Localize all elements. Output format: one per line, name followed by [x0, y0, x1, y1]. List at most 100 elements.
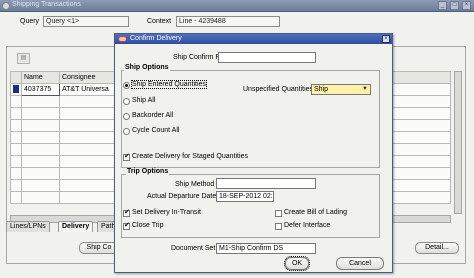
ship-all-label[interactable]: Ship All [132, 97, 155, 104]
query-field[interactable]: Query <1> [43, 16, 129, 27]
close-icon[interactable]: × [462, 1, 471, 10]
create-bill-of-lading-checkbox[interactable] [275, 210, 282, 217]
grid-cell-name[interactable] [21, 143, 60, 156]
close-trip-checkbox[interactable] [123, 221, 130, 230]
table-row[interactable] [10, 155, 118, 168]
ship-confirm-button[interactable]: Ship Co [79, 242, 119, 254]
row-selector[interactable] [10, 167, 22, 180]
set-delivery-in-transit-label[interactable]: Set Delivery In-Transit [132, 209, 201, 216]
table-row[interactable] [10, 119, 118, 132]
cycle-count-all-label[interactable]: Cycle Count All [132, 127, 179, 134]
unspecified-quantities-label: Unspecified Quantities [243, 86, 314, 93]
defer-interface-checkbox[interactable] [275, 223, 282, 230]
grid-cell-name[interactable] [21, 131, 60, 144]
context-field[interactable]: Line - 4239488 [176, 16, 280, 27]
set-delivery-in-transit-checkbox[interactable] [123, 208, 130, 217]
backorder-all-radio[interactable] [123, 113, 130, 120]
cycle-count-all-radio[interactable] [123, 128, 130, 135]
row-selector[interactable] [10, 131, 22, 144]
document-set-field[interactable]: M1-Ship Confirm DS [216, 243, 316, 254]
oracle-icon [118, 36, 127, 42]
ship-method-label: Ship Method [175, 181, 215, 188]
grid-cell-name[interactable] [21, 179, 60, 192]
vertical-scrollbar[interactable] [454, 71, 462, 214]
actual-departure-date-field[interactable]: 18-SEP-2012 02:11 [216, 191, 274, 202]
grid-cell-consignee[interactable] [59, 155, 118, 168]
table-row[interactable] [10, 95, 118, 108]
ok-button[interactable]: OK [284, 256, 310, 271]
create-delivery-staged-checkbox[interactable] [123, 152, 130, 161]
ship-entered-quantities-label[interactable]: Ship Entered Quantities [131, 80, 207, 89]
close-trip-label[interactable]: Close Trip [132, 222, 164, 229]
minimize-icon[interactable]: _ [438, 1, 447, 10]
grid-cell-name[interactable] [21, 167, 60, 180]
ship-entered-quantities-radio[interactable] [123, 82, 130, 89]
ship-method-field[interactable] [216, 178, 316, 189]
backorder-all-label[interactable]: Backorder All [132, 112, 173, 119]
detail-button[interactable]: Detail... [415, 242, 459, 254]
table-row[interactable]: 4037375 AT&T Universa [10, 83, 118, 96]
window-controls: _ □ × [438, 1, 471, 10]
row-selected-marker [13, 84, 19, 93]
query-label: Query [20, 18, 40, 25]
grid-header-consignee: Consignee [59, 71, 118, 84]
tab-lines-lpns[interactable]: Lines/LPNs [6, 221, 50, 232]
grid-cell-name[interactable] [21, 155, 60, 168]
create-bill-of-lading-label[interactable]: Create Bill of Lading [284, 209, 347, 216]
table-row[interactable] [10, 179, 118, 192]
ship-all-radio[interactable] [123, 98, 130, 105]
background-window-titlebar: Shipping Transactions _ □ × [0, 0, 474, 12]
grid-cell-consignee[interactable]: AT&T Universa [59, 83, 118, 96]
confirm-delivery-dialog: Confirm Delivery × Ship Confirm Rule Shi… [114, 33, 393, 273]
dialog-titlebar: Confirm Delivery × [115, 34, 392, 44]
maximize-icon[interactable]: □ [450, 1, 459, 10]
row-selector[interactable] [10, 179, 22, 192]
grid-cell-name[interactable] [21, 191, 60, 204]
grid-header-name: Name [21, 71, 60, 84]
trip-options-title: Trip Options [126, 168, 170, 175]
defer-interface-label[interactable]: Defer Interface [284, 222, 330, 229]
grid-cell-consignee[interactable] [59, 95, 118, 108]
grid-cell-consignee[interactable] [59, 167, 118, 180]
grid-corner [10, 71, 22, 84]
table-row[interactable] [10, 191, 118, 204]
row-selector[interactable] [10, 191, 22, 204]
grid-cell-consignee[interactable] [59, 143, 118, 156]
row-selector[interactable] [10, 107, 22, 120]
toolbar-icon[interactable]: ▤ [17, 53, 30, 64]
grid-cell-consignee[interactable] [59, 191, 118, 204]
ship-confirm-rule-field[interactable] [218, 52, 316, 63]
tab-delivery[interactable]: Delivery [58, 221, 94, 232]
row-selector[interactable] [10, 143, 22, 156]
unspecified-quantities-select[interactable]: Ship ▼ [311, 84, 371, 95]
unspecified-quantities-value: Ship [314, 86, 329, 93]
grid-cell-name[interactable] [21, 119, 60, 132]
table-row[interactable] [10, 167, 118, 180]
close-icon[interactable]: × [382, 35, 390, 43]
table-row[interactable] [10, 143, 118, 156]
grid-cell-consignee[interactable] [59, 107, 118, 120]
row-selector[interactable] [10, 119, 22, 132]
table-row[interactable] [10, 131, 118, 144]
cancel-button[interactable]: Cancel [336, 257, 384, 270]
document-set-label: Document Set [171, 245, 216, 252]
grid-cell-name[interactable] [21, 107, 60, 120]
background-window-title: Shipping Transactions [12, 1, 81, 8]
grid-cell-name[interactable] [21, 95, 60, 108]
grid-cell-consignee[interactable] [59, 131, 118, 144]
table-row[interactable] [10, 107, 118, 120]
grid-cell-consignee[interactable] [59, 119, 118, 132]
grid-cell-name[interactable]: 4037375 [21, 83, 60, 96]
dialog-title: Confirm Delivery [130, 35, 182, 42]
row-selector[interactable] [10, 83, 22, 96]
row-selector[interactable] [10, 155, 22, 168]
ship-options-title: Ship Options [124, 64, 170, 71]
delivery-grid: Name Consignee 4037375 AT&T Universa [10, 71, 118, 204]
row-selector[interactable] [10, 95, 22, 108]
context-label: Context [147, 18, 172, 25]
chevron-down-icon[interactable]: ▼ [361, 86, 369, 93]
actual-departure-date-label: Actual Departure Date [147, 193, 217, 200]
create-delivery-staged-label[interactable]: Create Delivery for Staged Quantities [132, 153, 248, 160]
grid-cell-consignee[interactable] [59, 179, 118, 192]
app-icon [2, 2, 10, 10]
